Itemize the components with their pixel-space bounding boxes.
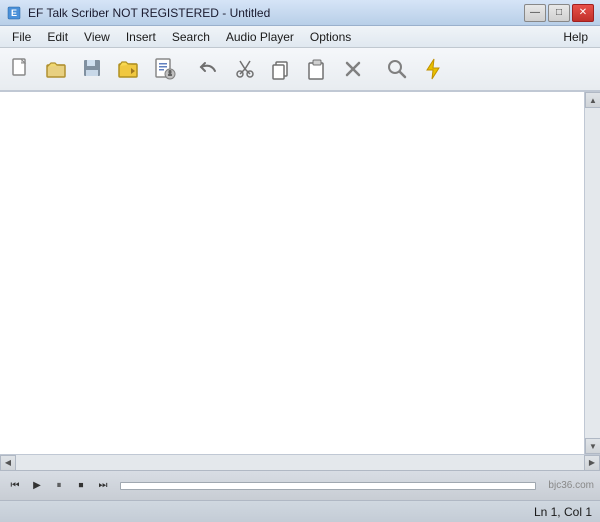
main-layout: ▲ ▼ ◀ ▶ ⏮ ▶ ⏸ ⏹ ⏭ bjc36.com: [0, 92, 600, 500]
horizontal-scrollbar: ◀ ▶: [0, 454, 600, 470]
audio-progress-bar[interactable]: [120, 482, 536, 490]
menu-help[interactable]: Help: [555, 28, 596, 46]
search-toolbar-button[interactable]: [380, 52, 414, 86]
editor-wrapper: ▲ ▼: [0, 92, 600, 454]
audio-bar: ⏮ ▶ ⏸ ⏹ ⏭ bjc36.com: [0, 470, 600, 500]
scroll-track[interactable]: [585, 108, 600, 438]
minimize-button[interactable]: —: [524, 4, 546, 22]
flash-button[interactable]: [416, 52, 450, 86]
scroll-right-arrow[interactable]: ▶: [584, 455, 600, 471]
skip-back-button[interactable]: ⏮: [6, 477, 24, 495]
editor-main: ▲ ▼ ◀ ▶: [0, 92, 600, 470]
editor-area: ▲ ▼ ◀ ▶: [0, 92, 600, 470]
delete-button[interactable]: [336, 52, 370, 86]
maximize-button[interactable]: □: [548, 4, 570, 22]
menu-audio-player[interactable]: Audio Player: [218, 28, 302, 46]
svg-text:E: E: [11, 8, 17, 18]
hscroll-track[interactable]: [16, 455, 584, 470]
menu-bar: File Edit View Insert Search Audio Playe…: [0, 26, 600, 48]
watermark-text: bjc36.com: [548, 480, 594, 491]
new-button[interactable]: [4, 52, 38, 86]
undo-button[interactable]: [192, 52, 226, 86]
window-title: EF Talk Scriber NOT REGISTERED - Untitle…: [28, 6, 270, 20]
cut-button[interactable]: [228, 52, 262, 86]
menu-edit[interactable]: Edit: [39, 28, 76, 46]
title-bar: E EF Talk Scriber NOT REGISTERED - Untit…: [0, 0, 600, 26]
status-bar: Ln 1, Col 1: [0, 500, 600, 522]
skip-forward-button[interactable]: ⏭: [94, 477, 112, 495]
app-icon: E: [6, 5, 22, 21]
editor-input[interactable]: [0, 92, 584, 454]
toolbar: [0, 48, 600, 92]
scroll-left-arrow[interactable]: ◀: [0, 455, 16, 471]
copy-button[interactable]: [264, 52, 298, 86]
play-button[interactable]: ▶: [28, 477, 46, 495]
properties-button[interactable]: [148, 52, 182, 86]
menu-options[interactable]: Options: [302, 28, 359, 46]
menu-insert[interactable]: Insert: [118, 28, 164, 46]
open-button[interactable]: [40, 52, 74, 86]
stop-button[interactable]: ⏹: [72, 477, 90, 495]
save-button[interactable]: [76, 52, 110, 86]
window-controls: — □ ✕: [524, 4, 594, 22]
menu-file[interactable]: File: [4, 28, 39, 46]
title-left: E EF Talk Scriber NOT REGISTERED - Untit…: [6, 5, 270, 21]
scroll-down-arrow[interactable]: ▼: [585, 438, 600, 454]
vertical-scrollbar[interactable]: ▲ ▼: [584, 92, 600, 454]
scroll-up-arrow[interactable]: ▲: [585, 92, 600, 108]
pause-button[interactable]: ⏸: [50, 477, 68, 495]
cursor-position: Ln 1, Col 1: [534, 505, 592, 519]
menu-search[interactable]: Search: [164, 28, 218, 46]
editor-scroll-area: [0, 92, 600, 454]
open-folder-button[interactable]: [112, 52, 146, 86]
paste-button[interactable]: [300, 52, 334, 86]
close-button[interactable]: ✕: [572, 4, 594, 22]
menu-view[interactable]: View: [76, 28, 118, 46]
